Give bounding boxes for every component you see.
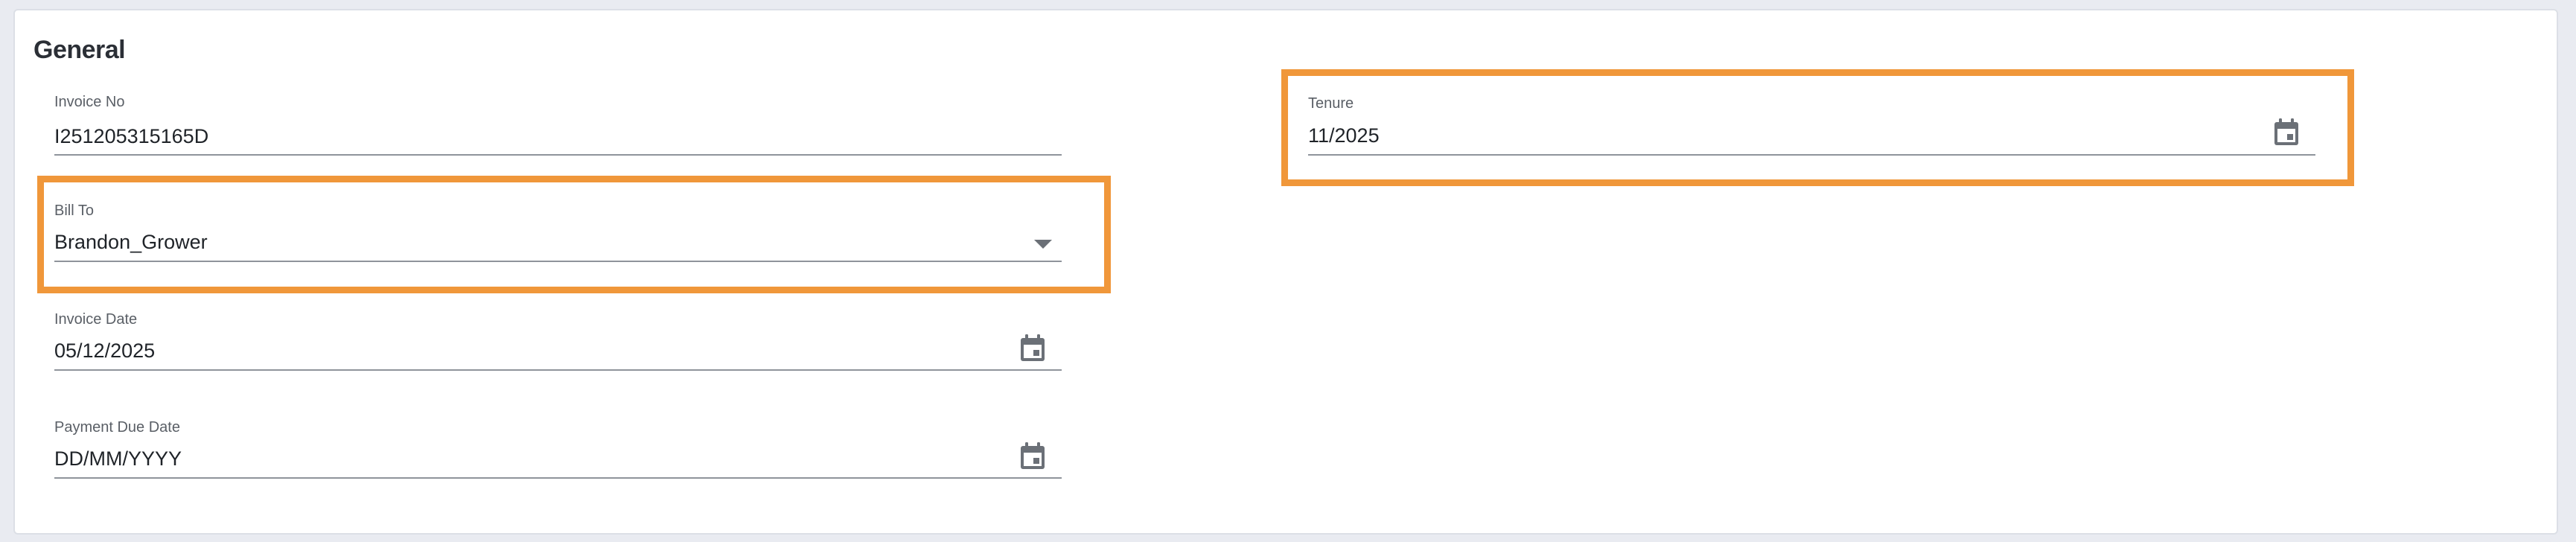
payment-due-date-field[interactable]: Payment Due Date DD/MM/YYYY [54, 419, 1062, 482]
calendar-icon[interactable] [1018, 334, 1048, 363]
invoice-no-label: Invoice No [54, 94, 125, 110]
bill-to-underline [54, 261, 1062, 262]
invoice-no-value[interactable]: I251205315165D [54, 125, 208, 148]
section-title: General [34, 36, 126, 64]
bill-to-field[interactable]: Bill To Brandon_Grower [54, 203, 1062, 265]
tenure-field[interactable]: Tenure 11/2025 [1308, 95, 2315, 158]
invoice-date-label: Invoice Date [54, 311, 138, 328]
bill-to-value[interactable]: Brandon_Grower [54, 231, 208, 254]
tenure-value[interactable]: 11/2025 [1308, 124, 1380, 147]
invoice-date-value[interactable]: 05/12/2025 [54, 339, 155, 363]
chevron-down-icon[interactable] [1028, 229, 1058, 259]
payment-due-date-label: Payment Due Date [54, 419, 180, 436]
bill-to-label: Bill To [54, 203, 94, 219]
payment-due-date-underline [54, 477, 1062, 479]
page: General Invoice No I251205315165D Bill T… [0, 0, 2576, 542]
tenure-underline [1308, 154, 2315, 156]
calendar-icon[interactable] [1018, 441, 1048, 471]
payment-due-date-placeholder[interactable]: DD/MM/YYYY [54, 447, 182, 471]
tenure-label: Tenure [1308, 95, 1354, 112]
invoice-date-underline [54, 369, 1062, 371]
calendar-icon[interactable] [2271, 118, 2301, 147]
invoice-date-field[interactable]: Invoice Date 05/12/2025 [54, 311, 1062, 374]
invoice-no-underline [54, 154, 1062, 156]
invoice-no-field[interactable]: Invoice No I251205315165D [54, 94, 1062, 158]
